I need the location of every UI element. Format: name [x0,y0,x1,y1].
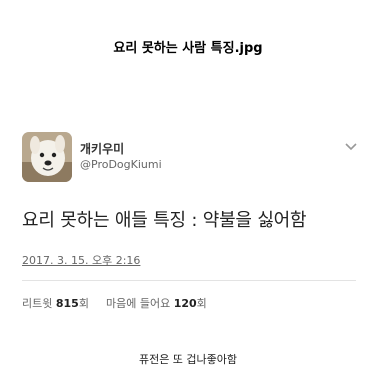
tweet-stats: 리트윗 815회 마음에 들어요 120회 [22,295,207,311]
user-handle[interactable]: @ProDogKiumi [80,158,162,171]
tweet-card: 개키우미 @ProDogKiumi 요리 못하는 애들 특징 : 약불을 싫어함… [14,118,364,328]
chevron-down-icon[interactable] [344,142,358,152]
divider [22,280,356,281]
likes-count[interactable]: 120 [174,297,197,310]
retweets-count[interactable]: 815 [56,297,79,310]
retweets-unit: 회 [78,297,89,310]
dog-avatar-icon [22,132,72,182]
avatar[interactable] [22,132,72,182]
likes-unit: 회 [196,297,207,310]
likes-label: 마음에 들어요 [105,297,171,310]
post-caption: 퓨전은 또 겁나좋아함 [138,353,238,366]
display-name[interactable]: 개키우미 [80,140,124,157]
retweets-label: 리트윗 [22,297,53,310]
tweet-timestamp[interactable]: 2017. 3. 15. 오후 2:16 [22,252,140,268]
post-title: 요리 못하는 사람 특징.jpg [113,41,263,56]
tweet-text: 요리 못하는 애들 특징 : 약불을 싫어함 [22,210,307,231]
